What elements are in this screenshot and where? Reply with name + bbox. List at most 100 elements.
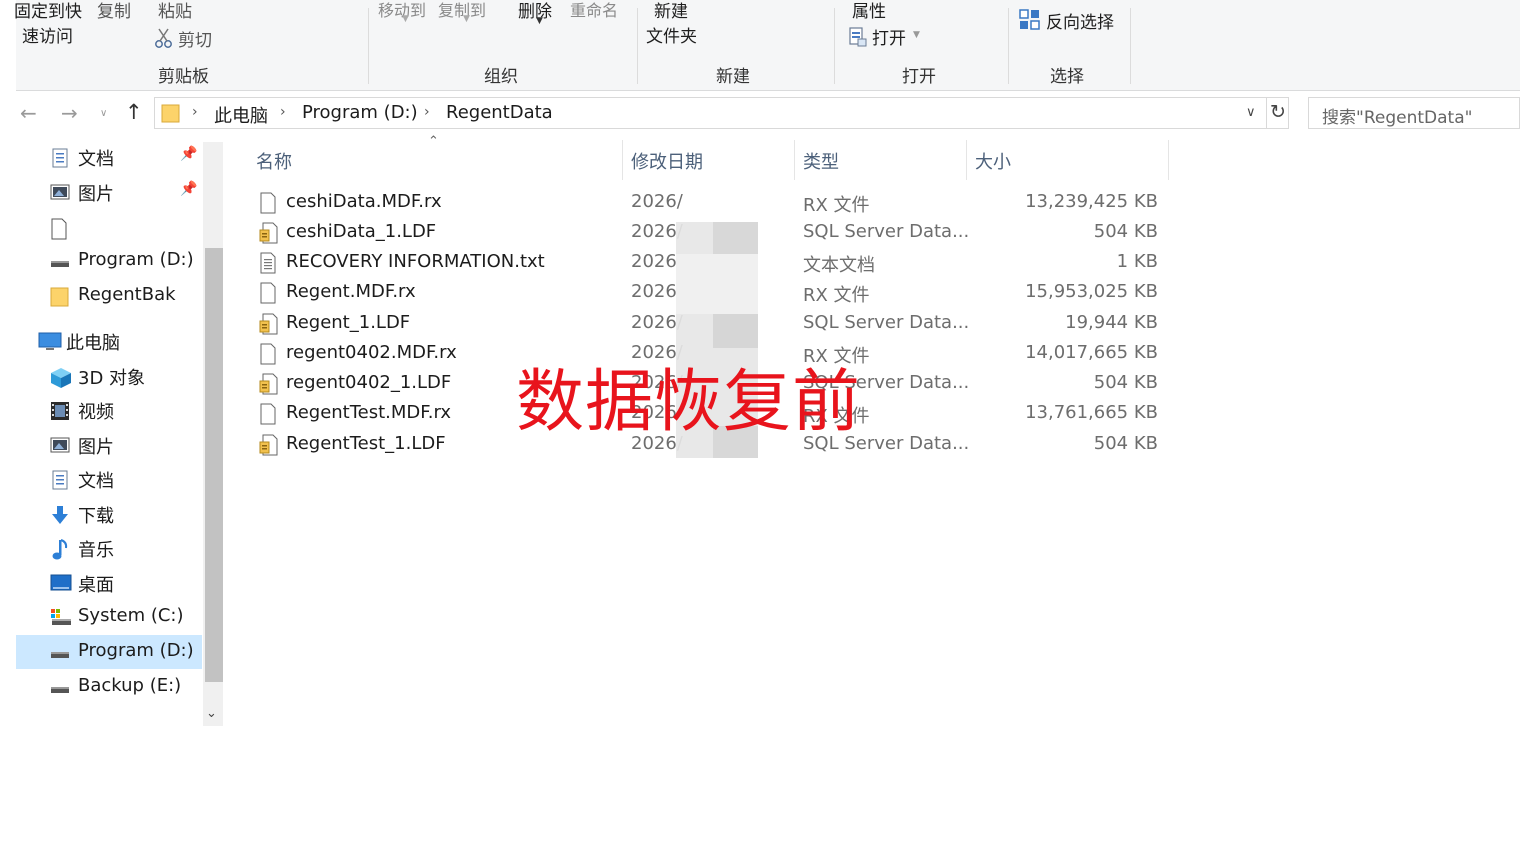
file-row[interactable]: ceshiData.MDF.rx 2026/ RX 文件 13,239,425 … bbox=[250, 188, 1170, 218]
pin-quick-access-label-2: 速访问 bbox=[22, 27, 73, 47]
breadcrumb-separator-icon: › bbox=[424, 104, 430, 120]
file-icon bbox=[259, 403, 276, 425]
sidebar-item-blank-file[interactable] bbox=[16, 210, 202, 244]
sidebar-item-documents-pinned[interactable]: 文档 📌 bbox=[16, 140, 202, 174]
sidebar-item-program-d[interactable]: Program (D:) bbox=[16, 635, 202, 669]
copy-to-button[interactable]: 复制到 bbox=[438, 0, 486, 21]
file-type: SQL Server Data... bbox=[803, 312, 970, 333]
column-header-size[interactable]: 大小 bbox=[975, 148, 1011, 174]
rename-button[interactable]: 重命名 bbox=[570, 0, 618, 21]
breadcrumb-regentdata[interactable]: RegentData bbox=[446, 102, 553, 123]
sidebar-item-label: RegentBak bbox=[78, 284, 176, 305]
picture-icon bbox=[50, 436, 70, 454]
paste-button[interactable]: 粘贴 bbox=[158, 0, 192, 22]
column-divider[interactable] bbox=[622, 140, 623, 180]
file-name: Regent_1.LDF bbox=[286, 312, 411, 333]
file-size: 504 KB bbox=[1093, 221, 1158, 242]
ribbon-divider bbox=[834, 8, 835, 84]
breadcrumb-program-d[interactable]: Program (D:) bbox=[302, 102, 418, 123]
forward-arrow-icon[interactable]: → bbox=[61, 101, 78, 125]
column-header-date[interactable]: 修改日期 bbox=[631, 148, 703, 174]
sidebar-item-backup-e[interactable]: Backup (E:) bbox=[16, 670, 202, 704]
delete-button[interactable]: 删除 bbox=[518, 0, 552, 22]
sidebar-item-videos[interactable]: 视频 bbox=[16, 393, 202, 427]
scissors-icon bbox=[154, 27, 174, 48]
new-folder-label-2: 文件夹 bbox=[646, 27, 697, 47]
group-label-clipboard: 剪贴板 bbox=[158, 67, 209, 87]
open-button[interactable]: 打开 bbox=[872, 24, 906, 49]
up-arrow-icon[interactable]: ↑ bbox=[125, 100, 143, 124]
breadcrumb-this-pc[interactable]: 此电脑 bbox=[214, 102, 268, 128]
desktop-icon bbox=[50, 574, 72, 592]
sidebar-item-documents[interactable]: 文档 bbox=[16, 462, 202, 496]
file-explorer-window: { "ribbon": { "pin_quick_access_line1": … bbox=[0, 0, 1520, 848]
file-name: RegentTest_1.LDF bbox=[286, 433, 446, 454]
group-label-organize: 组织 bbox=[484, 67, 518, 87]
column-divider[interactable] bbox=[794, 140, 795, 180]
sql-database-file-icon bbox=[259, 222, 278, 244]
refresh-icon[interactable]: ↻ bbox=[1270, 101, 1286, 123]
sidebar-item-pictures-pinned[interactable]: 图片 📌 bbox=[16, 175, 202, 209]
cut-button[interactable]: 剪切 bbox=[178, 26, 212, 51]
sql-database-file-icon bbox=[259, 373, 278, 395]
sidebar-item-label: Program (D:) bbox=[78, 249, 194, 270]
text-file-icon bbox=[259, 252, 276, 274]
sidebar-item-label: 图片 bbox=[78, 184, 114, 205]
properties-button[interactable]: 属性 bbox=[852, 0, 886, 22]
pin-quick-access-label: 固定到快 bbox=[14, 2, 82, 22]
watermark-text: 数据恢复前 bbox=[516, 363, 862, 442]
sidebar-item-pictures[interactable]: 图片 bbox=[16, 428, 202, 462]
recent-locations-chevron-icon[interactable]: ∨ bbox=[100, 108, 107, 119]
download-arrow-icon bbox=[50, 505, 70, 524]
sidebar-item-label: 图片 bbox=[78, 437, 114, 458]
pin-icon: 📌 bbox=[180, 146, 198, 162]
drive-icon bbox=[50, 252, 70, 270]
address-divider bbox=[1266, 98, 1267, 128]
file-type: RX 文件 bbox=[803, 285, 870, 306]
column-header-name[interactable]: 名称 bbox=[256, 148, 292, 174]
document-icon bbox=[50, 148, 70, 168]
sidebar-scrollbar-thumb[interactable] bbox=[205, 248, 223, 682]
folder-icon bbox=[50, 287, 70, 307]
copy-to-dropdown-icon: ▼ bbox=[463, 14, 470, 24]
sidebar-item-downloads[interactable]: 下载 bbox=[16, 497, 202, 531]
move-to-dropdown-icon: ▼ bbox=[402, 14, 409, 24]
scroll-down-chevron-icon[interactable]: ⌄ bbox=[206, 706, 217, 721]
sidebar-item-label: Backup (E:) bbox=[78, 675, 182, 696]
file-name: RegentTest.MDF.rx bbox=[286, 402, 452, 423]
redacted-date-mosaic bbox=[713, 222, 758, 254]
open-icon bbox=[849, 27, 867, 47]
column-divider[interactable] bbox=[1168, 140, 1169, 180]
sidebar-item-system-c[interactable]: System (C:) bbox=[16, 600, 202, 634]
sidebar-item-music[interactable]: 音乐 bbox=[16, 531, 202, 565]
document-icon bbox=[50, 470, 70, 490]
film-icon bbox=[50, 401, 70, 420]
column-header-type[interactable]: 类型 bbox=[803, 148, 839, 174]
file-name: Regent.MDF.rx bbox=[286, 281, 416, 302]
sidebar-item-regentbak[interactable]: RegentBak bbox=[16, 279, 202, 313]
sidebar-item-3d-objects[interactable]: 3D 对象 bbox=[16, 359, 202, 393]
file-name: RECOVERY INFORMATION.txt bbox=[286, 251, 545, 272]
sidebar-item-label: 下载 bbox=[78, 506, 114, 527]
file-name: ceshiData_1.LDF bbox=[286, 221, 437, 242]
sidebar-item-this-pc[interactable]: 此电脑 bbox=[16, 324, 202, 358]
computer-icon bbox=[38, 332, 62, 350]
file-size: 13,761,665 KB bbox=[1025, 402, 1158, 423]
sidebar-item-label: 视频 bbox=[78, 402, 114, 423]
cube-icon bbox=[50, 367, 71, 388]
copy-button[interactable]: 复制 bbox=[97, 0, 131, 22]
open-dropdown-icon: ▼ bbox=[913, 30, 920, 40]
sidebar-item-desktop[interactable]: 桌面 bbox=[16, 566, 202, 600]
pin-quick-access-button[interactable]: 固定到快 bbox=[14, 0, 82, 22]
sidebar-item-label: 音乐 bbox=[78, 540, 114, 561]
back-arrow-icon[interactable]: ← bbox=[20, 101, 37, 125]
invert-selection-button[interactable]: 反向选择 bbox=[1046, 8, 1114, 33]
search-input[interactable]: 搜索"RegentData" bbox=[1308, 97, 1520, 129]
file-name: regent0402.MDF.rx bbox=[286, 342, 457, 363]
column-divider[interactable] bbox=[966, 140, 967, 180]
sidebar-item-program-d-quick[interactable]: Program (D:) bbox=[16, 244, 202, 278]
sort-ascending-icon: ⌃ bbox=[428, 134, 439, 149]
address-history-chevron-icon[interactable]: ∨ bbox=[1246, 105, 1256, 120]
sidebar-item-label: System (C:) bbox=[78, 605, 184, 626]
new-folder-button[interactable]: 新建 bbox=[654, 0, 688, 22]
